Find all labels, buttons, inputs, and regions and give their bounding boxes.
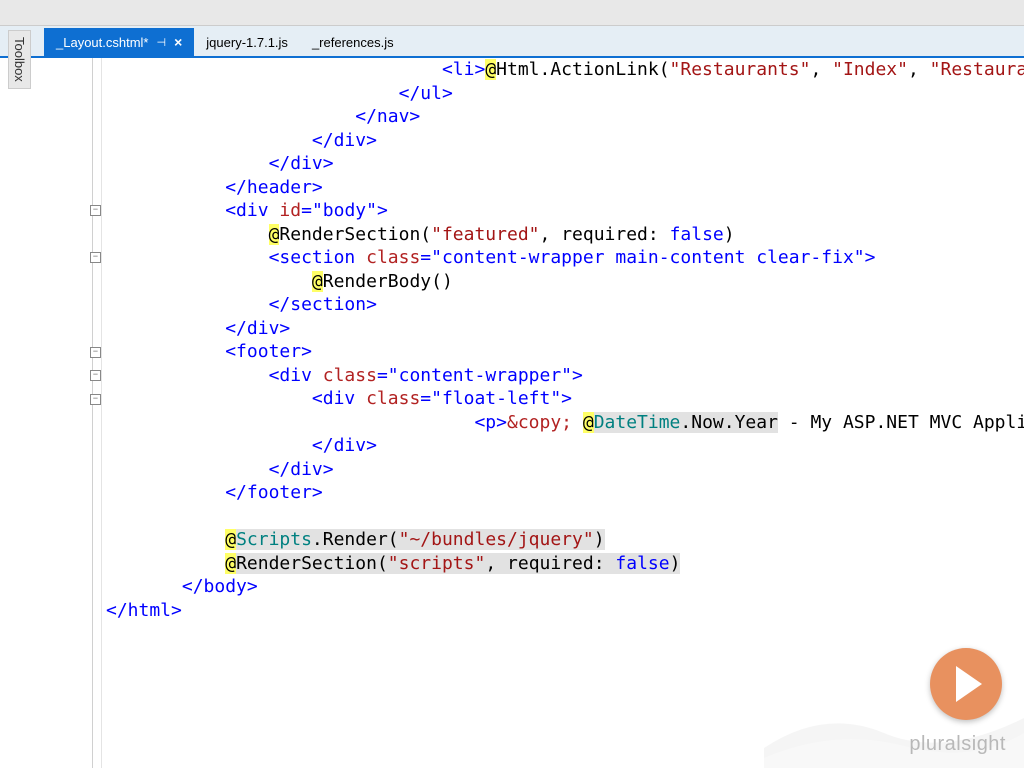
code-text: , (810, 59, 832, 80)
gutter: − − − − − (44, 58, 102, 768)
code-content[interactable]: <li>@Html.ActionLink("Restaurants", "Ind… (102, 58, 1024, 768)
code-text: Html.ActionLink( (496, 59, 669, 80)
tab-label: jquery-1.7.1.js (206, 35, 288, 50)
fold-icon[interactable]: − (90, 394, 101, 405)
razor-at: @ (485, 59, 496, 80)
code-text: , (540, 224, 562, 245)
tag: <section (269, 247, 367, 268)
close-icon[interactable]: × (174, 34, 182, 50)
tag: <footer> (225, 341, 312, 362)
tag: <li> (442, 59, 485, 80)
string: "scripts" (388, 553, 486, 574)
type: DateTime (594, 412, 681, 433)
tag: </div> (312, 435, 377, 456)
razor-at: @ (269, 224, 280, 245)
code-text: > (865, 247, 876, 268)
tag: </nav> (355, 106, 420, 127)
code-text: .Render( (312, 529, 399, 550)
code-text: = (420, 388, 431, 409)
code-text: = (377, 365, 388, 386)
code-text: RenderSection( (279, 224, 431, 245)
string: "Restaurant" (930, 59, 1024, 80)
pin-icon[interactable]: ⊣ (157, 36, 167, 49)
tag: </footer> (225, 482, 323, 503)
code-text: RenderSection( (236, 553, 388, 574)
razor-at: @ (225, 529, 236, 550)
code-text: ) (594, 529, 605, 550)
code-text: , (485, 553, 507, 574)
tag: </div> (269, 459, 334, 480)
razor-at: @ (312, 271, 323, 292)
string: "content-wrapper main-content clear-fix" (431, 247, 864, 268)
fold-icon[interactable]: − (90, 252, 101, 263)
attr: class (366, 388, 420, 409)
type: Scripts (236, 529, 312, 550)
tab-bar: _Layout.cshtml* ⊣ × jquery-1.7.1.js _ref… (0, 26, 1024, 58)
tag: <div (225, 200, 279, 221)
fold-icon[interactable]: − (90, 347, 101, 358)
fold-icon[interactable]: − (90, 205, 101, 216)
string: "body" (312, 200, 377, 221)
tag: </ul> (399, 83, 453, 104)
tag: <p> (474, 412, 507, 433)
watermark-text: pluralsight (909, 733, 1006, 756)
entity: &copy; (507, 412, 583, 433)
tab-label: _references.js (312, 35, 394, 50)
attr: class (366, 247, 420, 268)
tag: </div> (225, 318, 290, 339)
attr: id (279, 200, 301, 221)
code-text: ) (724, 224, 735, 245)
code-text: > (561, 388, 572, 409)
tab-jquery[interactable]: jquery-1.7.1.js (194, 29, 300, 56)
tab-layout[interactable]: _Layout.cshtml* ⊣ × (44, 28, 194, 56)
tag: <div (269, 365, 323, 386)
code-text: RenderBody() (323, 271, 453, 292)
toolbox-panel[interactable]: Toolbox (8, 30, 31, 89)
tag: </section> (269, 294, 377, 315)
code-text: > (572, 365, 583, 386)
tag: </div> (269, 153, 334, 174)
string: "featured" (431, 224, 539, 245)
tag: </body> (182, 576, 258, 597)
code-text: > (377, 200, 388, 221)
tab-references[interactable]: _references.js (300, 29, 406, 56)
code-text: = (301, 200, 312, 221)
keyword: false (670, 224, 724, 245)
code-editor[interactable]: − − − − − <li>@Html.ActionLink("Restaura… (44, 58, 1024, 768)
code-text: ) (670, 553, 681, 574)
tag: </header> (225, 177, 323, 198)
string: "~/bundles/jquery" (399, 529, 594, 550)
keyword: false (615, 553, 669, 574)
code-text: required: (507, 553, 615, 574)
razor-at: @ (225, 553, 236, 574)
code-text: required: (561, 224, 669, 245)
string: "Restaurants" (670, 59, 811, 80)
string: "float-left" (431, 388, 561, 409)
main-toolbar (0, 0, 1024, 26)
tag: </div> (312, 130, 377, 151)
tag: <div (312, 388, 366, 409)
string: "content-wrapper" (388, 365, 572, 386)
fold-icon[interactable]: − (90, 370, 101, 381)
razor-at: @ (583, 412, 594, 433)
code-text: - My ASP.NET MVC Application (778, 412, 1024, 433)
code-text: = (420, 247, 431, 268)
tag: </html> (106, 600, 182, 621)
tab-label: _Layout.cshtml* (56, 35, 149, 50)
string: "Index" (832, 59, 908, 80)
play-button[interactable] (930, 648, 1002, 720)
code-text: , (908, 59, 930, 80)
code-text: .Now.Year (680, 412, 778, 433)
attr: class (323, 365, 377, 386)
